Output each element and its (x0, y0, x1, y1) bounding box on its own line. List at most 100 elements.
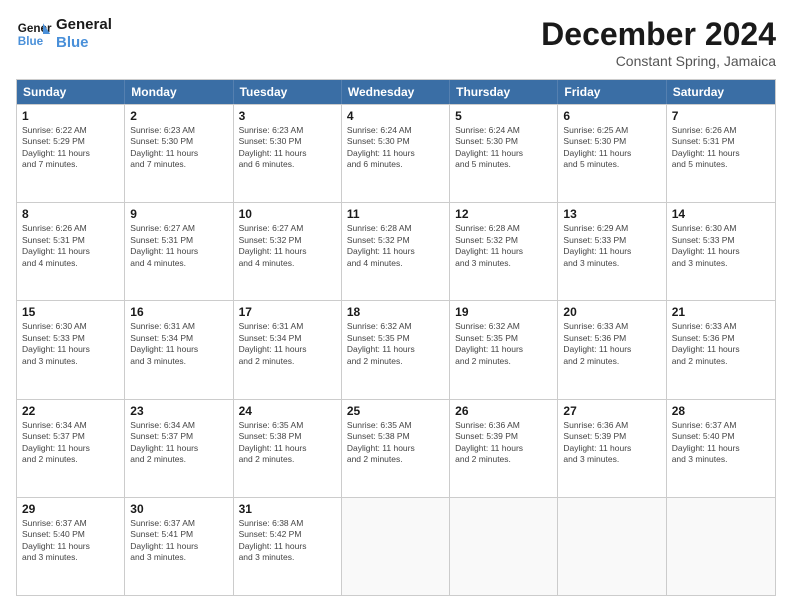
day-15: 15Sunrise: 6:30 AM Sunset: 5:33 PM Dayli… (17, 301, 125, 398)
day-number-5: 5 (455, 109, 552, 123)
header-friday: Friday (558, 80, 666, 104)
logo: General Blue General Blue (16, 16, 112, 52)
day-number-19: 19 (455, 305, 552, 319)
day-11: 11 Sunrise: 6:28 AM Sunset: 5:32 PM Dayli… (342, 203, 450, 300)
day-info-15: Sunrise: 6:30 AM Sunset: 5:33 PM Dayligh… (22, 321, 119, 367)
week-4: 22 Sunrise: 6:34 AM Sunset: 5:37 PM Dayli… (17, 399, 775, 497)
day-2: 2 Sunrise: 6:23 AM Sunset: 5:30 PM Daylig… (125, 105, 233, 202)
page: General Blue General Blue December 2024 … (0, 0, 792, 612)
day-24: 24 Sunrise: 6:35 AM Sunset: 5:38 PM Dayli… (234, 400, 342, 497)
day-8: 8 Sunrise: 6:26 AM Sunset: 5:31 PM Daylig… (17, 203, 125, 300)
day-number-21: 21 (672, 305, 770, 319)
empty-cell (450, 498, 558, 595)
day-number-22: 22 (22, 404, 119, 418)
day-number-11: 11 (347, 207, 444, 221)
day-number-17: 17 (239, 305, 336, 319)
day-26: 26 Sunrise: 6:36 AM Sunset: 5:39 PM Dayli… (450, 400, 558, 497)
week-5: 29 Sunrise: 6:37 AM Sunset: 5:40 PM Dayli… (17, 497, 775, 595)
day-info-21: Sunrise: 6:33 AM Sunset: 5:36 PM Dayligh… (672, 321, 770, 367)
logo-line1: General (56, 16, 112, 34)
day-number-30: 30 (130, 502, 227, 516)
day-number-27: 27 (563, 404, 660, 418)
day-number-4: 4 (347, 109, 444, 123)
day-info-20: Sunrise: 6:33 AM Sunset: 5:36 PM Dayligh… (563, 321, 660, 367)
day-number-26: 26 (455, 404, 552, 418)
day-number-18: 18 (347, 305, 444, 319)
day-number-14: 14 (672, 207, 770, 221)
calendar-body: 1 Sunrise: 6:22 AM Sunset: 5:29 PM Daylig… (17, 104, 775, 595)
day-info-13: Sunrise: 6:29 AM Sunset: 5:33 PM Dayligh… (563, 223, 660, 269)
month-title: December 2024 (541, 16, 776, 53)
day-number-13: 13 (563, 207, 660, 221)
day-info-6: Sunrise: 6:25 AM Sunset: 5:30 PM Dayligh… (563, 125, 660, 171)
header-thursday: Thursday (450, 80, 558, 104)
day-info-8: Sunrise: 6:26 AM Sunset: 5:31 PM Dayligh… (22, 223, 119, 269)
day-info-4: Sunrise: 6:24 AM Sunset: 5:30 PM Dayligh… (347, 125, 444, 171)
day-30: 30 Sunrise: 6:37 AM Sunset: 5:41 PM Dayli… (125, 498, 233, 595)
day-info-30: Sunrise: 6:37 AM Sunset: 5:41 PM Dayligh… (130, 518, 227, 564)
header-sunday: Sunday (17, 80, 125, 104)
day-1: 1 Sunrise: 6:22 AM Sunset: 5:29 PM Daylig… (17, 105, 125, 202)
day-info-12: Sunrise: 6:28 AM Sunset: 5:32 PM Dayligh… (455, 223, 552, 269)
day-info-1: Sunrise: 6:22 AM Sunset: 5:29 PM Dayligh… (22, 125, 119, 171)
week-2: 8 Sunrise: 6:26 AM Sunset: 5:31 PM Daylig… (17, 202, 775, 300)
day-number-28: 28 (672, 404, 770, 418)
day-info-2: Sunrise: 6:23 AM Sunset: 5:30 PM Dayligh… (130, 125, 227, 171)
header-saturday: Saturday (667, 80, 775, 104)
day-info-28: Sunrise: 6:37 AM Sunset: 5:40 PM Dayligh… (672, 420, 770, 466)
day-info-16: Sunrise: 6:31 AM Sunset: 5:34 PM Dayligh… (130, 321, 227, 367)
day-number-31: 31 (239, 502, 336, 516)
day-23: 23Sunrise: 6:34 AM Sunset: 5:37 PM Dayli… (125, 400, 233, 497)
day-number-2: 2 (130, 109, 227, 123)
day-number-16: 16 (130, 305, 227, 319)
day-info-17: Sunrise: 6:31 AM Sunset: 5:34 PM Dayligh… (239, 321, 336, 367)
empty-cell (667, 498, 775, 595)
day-info-29: Sunrise: 6:37 AM Sunset: 5:40 PM Dayligh… (22, 518, 119, 564)
day-31: 31Sunrise: 6:38 AM Sunset: 5:42 PM Dayli… (234, 498, 342, 595)
day-number-29: 29 (22, 502, 119, 516)
week-3: 15Sunrise: 6:30 AM Sunset: 5:33 PM Dayli… (17, 300, 775, 398)
calendar: Sunday Monday Tuesday Wednesday Thursday… (16, 79, 776, 596)
day-7: 7 Sunrise: 6:26 AM Sunset: 5:31 PM Daylig… (667, 105, 775, 202)
title-block: December 2024 Constant Spring, Jamaica (541, 16, 776, 69)
day-25: 25Sunrise: 6:35 AM Sunset: 5:38 PM Dayli… (342, 400, 450, 497)
header: General Blue General Blue December 2024 … (16, 16, 776, 69)
day-29: 29 Sunrise: 6:37 AM Sunset: 5:40 PM Dayli… (17, 498, 125, 595)
day-10: 10Sunrise: 6:27 AM Sunset: 5:32 PM Dayli… (234, 203, 342, 300)
day-number-10: 10 (239, 207, 336, 221)
day-28: 28 Sunrise: 6:37 AM Sunset: 5:40 PM Dayli… (667, 400, 775, 497)
week-1: 1 Sunrise: 6:22 AM Sunset: 5:29 PM Daylig… (17, 104, 775, 202)
day-number-1: 1 (22, 109, 119, 123)
day-number-9: 9 (130, 207, 227, 221)
day-info-19: Sunrise: 6:32 AM Sunset: 5:35 PM Dayligh… (455, 321, 552, 367)
day-12: 12 Sunrise: 6:28 AM Sunset: 5:32 PM Dayli… (450, 203, 558, 300)
day-3: 3 Sunrise: 6:23 AM Sunset: 5:30 PM Daylig… (234, 105, 342, 202)
day-14: 14 Sunrise: 6:30 AM Sunset: 5:33 PM Dayli… (667, 203, 775, 300)
day-number-12: 12 (455, 207, 552, 221)
day-9: 9Sunrise: 6:27 AM Sunset: 5:31 PM Daylig… (125, 203, 233, 300)
day-info-7: Sunrise: 6:26 AM Sunset: 5:31 PM Dayligh… (672, 125, 770, 171)
day-5: 5Sunrise: 6:24 AM Sunset: 5:30 PM Daylig… (450, 105, 558, 202)
day-info-23: Sunrise: 6:34 AM Sunset: 5:37 PM Dayligh… (130, 420, 227, 466)
header-tuesday: Tuesday (234, 80, 342, 104)
day-number-7: 7 (672, 109, 770, 123)
day-number-24: 24 (239, 404, 336, 418)
day-number-20: 20 (563, 305, 660, 319)
logo-line2: Blue (56, 34, 112, 52)
day-info-26: Sunrise: 6:36 AM Sunset: 5:39 PM Dayligh… (455, 420, 552, 466)
day-13: 13 Sunrise: 6:29 AM Sunset: 5:33 PM Dayli… (558, 203, 666, 300)
day-info-3: Sunrise: 6:23 AM Sunset: 5:30 PM Dayligh… (239, 125, 336, 171)
day-info-22: Sunrise: 6:34 AM Sunset: 5:37 PM Dayligh… (22, 420, 119, 466)
day-19: 19 Sunrise: 6:32 AM Sunset: 5:35 PM Dayli… (450, 301, 558, 398)
svg-text:Blue: Blue (18, 35, 44, 48)
day-number-6: 6 (563, 109, 660, 123)
calendar-header: Sunday Monday Tuesday Wednesday Thursday… (17, 80, 775, 104)
header-monday: Monday (125, 80, 233, 104)
empty-cell (342, 498, 450, 595)
day-number-8: 8 (22, 207, 119, 221)
day-info-11: Sunrise: 6:28 AM Sunset: 5:32 PM Dayligh… (347, 223, 444, 269)
day-info-14: Sunrise: 6:30 AM Sunset: 5:33 PM Dayligh… (672, 223, 770, 269)
day-info-24: Sunrise: 6:35 AM Sunset: 5:38 PM Dayligh… (239, 420, 336, 466)
header-wednesday: Wednesday (342, 80, 450, 104)
day-number-3: 3 (239, 109, 336, 123)
